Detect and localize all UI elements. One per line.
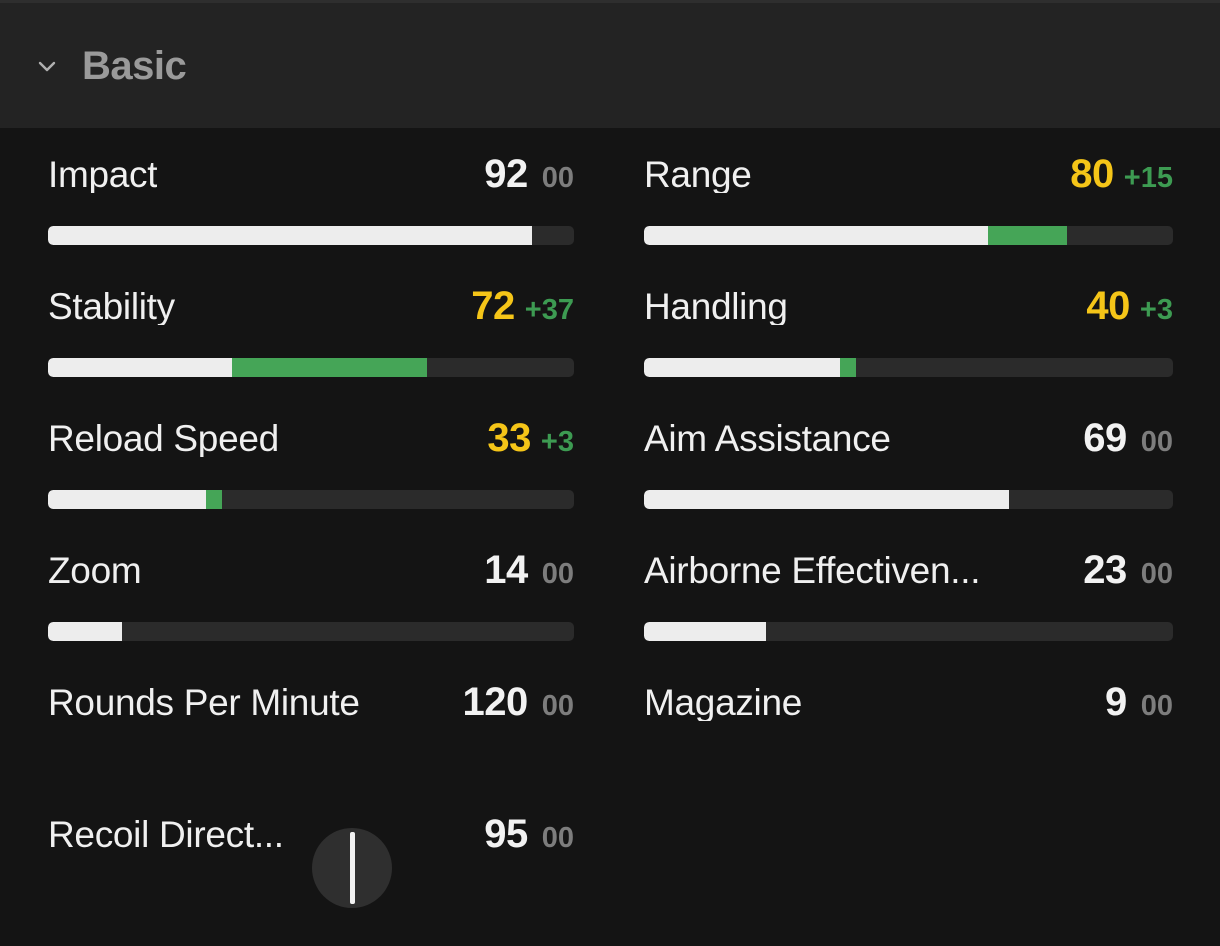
stat-label: Reload Speed	[48, 420, 279, 457]
weapon-stats-panel: Basic Impact 92 00 Stability 72 +37 Reload Spe…	[0, 0, 1220, 908]
stat-value-group: 92 00	[484, 154, 574, 194]
stat-value: 9	[1104, 680, 1127, 724]
stat-delta: +15	[1123, 162, 1173, 194]
section-header-basic[interactable]: Basic	[0, 0, 1220, 128]
stat-delta: 00	[541, 822, 574, 854]
stat-delta: 00	[1140, 426, 1173, 458]
stat-topline: Zoom 14 00	[48, 550, 574, 610]
stat-delta: +3	[1139, 294, 1173, 326]
stat-delta: 00	[1140, 690, 1173, 722]
stat-topline: Airborne Effectiven... 23 00	[644, 550, 1173, 610]
stat-bar-base	[644, 226, 988, 245]
stat-label: Stability	[48, 288, 175, 325]
stat-value: 92	[484, 152, 528, 196]
stat-row-aim-assistance: Aim Assistance 69 00	[644, 418, 1173, 550]
stat-value: 69	[1083, 416, 1127, 460]
stat-value-group: 80 +15	[1070, 154, 1173, 194]
stat-bar-base	[48, 226, 532, 245]
stat-topline: Stability 72 +37	[48, 286, 574, 346]
stat-value: 23	[1083, 548, 1127, 592]
stats-grid: Impact 92 00 Stability 72 +37 Reload Speed 33 +3…	[0, 128, 1220, 946]
stat-label: Handling	[644, 288, 788, 325]
stat-delta: +37	[524, 294, 574, 326]
stat-topline: Rounds Per Minute 120 00	[48, 682, 574, 742]
stat-row-magazine: Magazine 9 00	[644, 682, 1173, 814]
stat-bar-boost	[232, 358, 427, 377]
stat-bar-track	[48, 490, 574, 509]
stat-value-group: 33 +3	[487, 418, 574, 458]
stat-row-recoil-direct: Recoil Direct... 95 00	[48, 814, 574, 946]
stat-value-group: 40 +3	[1086, 286, 1173, 326]
stat-value: 72	[471, 284, 515, 328]
stat-topline: Aim Assistance 69 00	[644, 418, 1173, 478]
stats-column-right: Range 80 +15 Handling 40 +3 Aim Assistance 69 00…	[598, 128, 1220, 946]
stat-value-group: 69 00	[1083, 418, 1173, 458]
stat-bar-base	[644, 490, 1009, 509]
section-title: Basic	[82, 43, 187, 88]
stat-value: 95	[484, 812, 528, 856]
stat-row-zoom: Zoom 14 00	[48, 550, 574, 682]
stat-label: Airborne Effectiven...	[644, 552, 981, 589]
stat-value-group: 14 00	[484, 550, 574, 590]
stat-bar-track	[48, 622, 574, 641]
stat-bar-track	[644, 358, 1173, 377]
stat-row-reload-speed: Reload Speed 33 +3	[48, 418, 574, 550]
stat-label: Impact	[48, 156, 158, 193]
stat-bar-track	[644, 490, 1173, 509]
stat-bar-boost	[839, 358, 856, 377]
stat-bar-track	[644, 226, 1173, 245]
chevron-down-icon[interactable]	[30, 49, 64, 83]
stat-label: Magazine	[644, 684, 803, 721]
stat-delta: 00	[541, 162, 574, 194]
stat-value: 80	[1070, 152, 1114, 196]
stat-value-group: 95 00	[484, 814, 574, 854]
stat-delta: 00	[541, 558, 574, 590]
stat-bar-base	[48, 622, 122, 641]
stat-label: Zoom	[48, 552, 142, 589]
stat-label: Range	[644, 156, 752, 193]
stat-label: Recoil Direct...	[48, 816, 284, 853]
stat-bar-base	[644, 622, 766, 641]
gauge-needle	[349, 832, 355, 904]
recoil-direction-gauge-icon	[312, 828, 392, 908]
stat-topline: Handling 40 +3	[644, 286, 1173, 346]
stat-bar-base	[644, 358, 840, 377]
stat-topline: Recoil Direct... 95 00	[48, 814, 574, 874]
stat-row-stability: Stability 72 +37	[48, 286, 574, 418]
stat-bar-boost	[205, 490, 222, 509]
stat-row-range: Range 80 +15	[644, 154, 1173, 286]
stat-value: 33	[487, 416, 531, 460]
stat-value-group: 72 +37	[471, 286, 574, 326]
stat-row-rounds-per-minute: Rounds Per Minute 120 00	[48, 682, 574, 814]
stat-value-group: 9 00	[1105, 682, 1173, 722]
stat-value-group: 120 00	[462, 682, 574, 722]
stat-value: 14	[484, 548, 528, 592]
stat-row-airborne-effectiven: Airborne Effectiven... 23 00	[644, 550, 1173, 682]
stat-row-handling: Handling 40 +3	[644, 286, 1173, 418]
stat-value: 40	[1086, 284, 1130, 328]
stat-topline: Reload Speed 33 +3	[48, 418, 574, 478]
stat-value-group: 23 00	[1083, 550, 1173, 590]
stat-topline: Impact 92 00	[48, 154, 574, 214]
stat-topline: Magazine 9 00	[644, 682, 1173, 742]
stat-label: Aim Assistance	[644, 420, 891, 457]
stat-delta: +3	[540, 426, 574, 458]
stat-bar-track	[48, 358, 574, 377]
stat-bar-boost	[987, 226, 1068, 245]
stat-bar-track	[644, 622, 1173, 641]
stat-row-impact: Impact 92 00	[48, 154, 574, 286]
stat-delta: 00	[1140, 558, 1173, 590]
stat-bar-base	[48, 358, 233, 377]
stats-column-left: Impact 92 00 Stability 72 +37 Reload Speed 33 +3…	[0, 128, 598, 946]
stat-label: Rounds Per Minute	[48, 684, 360, 721]
stat-bar-track	[48, 226, 574, 245]
stat-bar-base	[48, 490, 206, 509]
stat-topline: Range 80 +15	[644, 154, 1173, 214]
stat-value: 120	[462, 680, 528, 724]
stat-delta: 00	[541, 690, 574, 722]
